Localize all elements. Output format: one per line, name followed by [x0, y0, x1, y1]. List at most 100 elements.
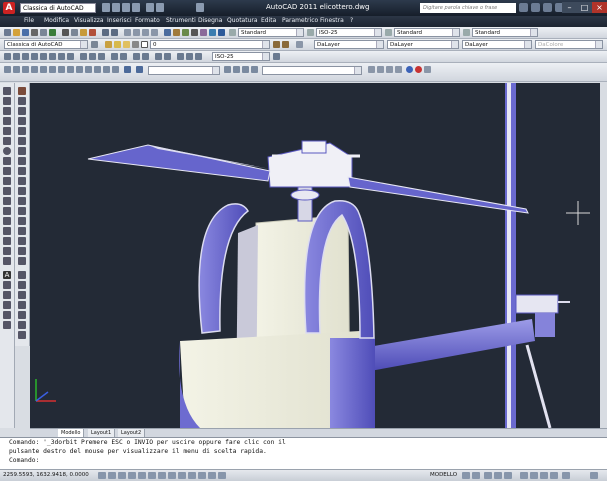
osnap-intersection-icon[interactable] — [18, 291, 26, 299]
line-icon[interactable] — [3, 87, 11, 95]
menu-modifica[interactable]: Modifica — [44, 17, 69, 24]
osnap-quadrant-icon[interactable] — [18, 311, 26, 319]
dim-style-manager-icon[interactable] — [273, 53, 280, 60]
model-space-button[interactable]: MODELLO — [430, 472, 457, 478]
menu-inserisci[interactable]: Inserisci — [107, 17, 132, 24]
menu-disegna[interactable]: Disegna — [198, 17, 222, 24]
hardware-acceleration-icon[interactable] — [540, 472, 548, 479]
ellipse-arc-icon[interactable] — [3, 187, 11, 195]
lightbulb-icon[interactable] — [114, 41, 121, 48]
join-icon[interactable] — [18, 217, 26, 225]
offset-icon[interactable] — [18, 117, 26, 125]
object-snap-icon[interactable] — [138, 472, 146, 479]
lock-ui-icon[interactable] — [530, 472, 538, 479]
named-view-dropdown[interactable] — [148, 66, 220, 75]
command-prompt[interactable]: Comando: — [0, 456, 607, 465]
osnap-endpoint-icon[interactable] — [18, 271, 26, 279]
maximize-button[interactable]: □ — [577, 2, 592, 13]
save-icon[interactable] — [22, 29, 29, 36]
lineweight-icon[interactable] — [188, 472, 196, 479]
open-file-icon[interactable] — [112, 3, 120, 12]
copy-icon[interactable] — [71, 29, 78, 36]
dim-edit-icon[interactable] — [133, 53, 140, 60]
menu-file[interactable]: File — [24, 17, 34, 24]
ucs-previous-icon[interactable] — [22, 66, 29, 73]
chamfer-icon[interactable] — [18, 227, 26, 235]
make-block-icon[interactable] — [3, 207, 11, 215]
undo-icon[interactable] — [146, 3, 154, 12]
continuous-orbit-icon[interactable] — [395, 66, 402, 73]
revision-cloud-icon[interactable] — [3, 157, 11, 165]
dim-style-dropdown-2[interactable]: ISO-25 — [212, 52, 270, 61]
baseline-dim-icon[interactable] — [89, 53, 96, 60]
ucs-world-icon[interactable] — [13, 66, 20, 73]
tab-layout1[interactable]: Layout1 — [88, 429, 116, 437]
dim-text-edit-icon[interactable] — [142, 53, 149, 60]
render-icon[interactable] — [368, 66, 375, 73]
sheet-set-icon[interactable] — [191, 29, 198, 36]
ellipse-icon[interactable] — [3, 177, 11, 185]
free-orbit-icon[interactable] — [386, 66, 393, 73]
materials-icon[interactable] — [424, 66, 431, 73]
binoculars-search-icon[interactable] — [519, 3, 528, 12]
circle-icon[interactable] — [3, 147, 11, 155]
quick-view-drawings-icon[interactable] — [472, 472, 480, 479]
mirror-icon[interactable] — [18, 107, 26, 115]
layer-properties-icon[interactable] — [105, 41, 112, 48]
osnap-settings-icon[interactable] — [18, 331, 26, 339]
3d-wireframe-icon[interactable] — [233, 66, 240, 73]
minimize-button[interactable]: – — [562, 2, 577, 13]
clean-screen-icon[interactable] — [590, 472, 598, 479]
continue-dim-icon[interactable] — [98, 53, 105, 60]
copy-object-icon[interactable] — [18, 97, 26, 105]
auto-scale-icon[interactable] — [504, 472, 512, 479]
menu-edita[interactable]: Edita — [261, 17, 276, 24]
osnap-midpoint-icon[interactable] — [18, 281, 26, 289]
region-icon[interactable] — [3, 247, 11, 255]
drawing-viewport[interactable] — [30, 83, 600, 428]
jogged-dim-icon[interactable] — [49, 53, 56, 60]
dynamic-ucs-icon[interactable] — [168, 472, 176, 479]
ucs-icon[interactable] — [4, 66, 11, 73]
array-icon[interactable] — [18, 127, 26, 135]
layer-dropdown[interactable]: 0 — [150, 40, 270, 49]
status-bar-menu-icon[interactable] — [562, 472, 570, 479]
gradient-icon[interactable] — [3, 237, 11, 245]
z-rotate-ucs-icon[interactable] — [103, 66, 110, 73]
help-search-input[interactable]: Digitare parola chiave o frase — [420, 3, 516, 13]
polyline-icon[interactable] — [3, 107, 11, 115]
arc-icon[interactable] — [3, 137, 11, 145]
workspace-dropdown-2[interactable]: Classica di AutoCAD — [4, 40, 88, 49]
inspect-icon[interactable] — [164, 53, 171, 60]
quickcalc-icon[interactable] — [209, 29, 216, 36]
workspace-dropdown[interactable]: Classica di AutoCAD — [20, 3, 96, 13]
object-ucs-icon[interactable] — [40, 66, 47, 73]
markup-icon[interactable] — [200, 29, 207, 36]
break-at-point-icon[interactable] — [18, 197, 26, 205]
linear-dim-icon[interactable] — [4, 53, 11, 60]
2d-wireframe-icon[interactable] — [224, 66, 231, 73]
osnap-center-icon[interactable] — [18, 301, 26, 309]
zoom-previous-icon[interactable] — [151, 29, 158, 36]
arc-length-icon[interactable] — [22, 53, 29, 60]
layer-previous-icon[interactable] — [282, 41, 289, 48]
orbit-icon[interactable] — [377, 66, 384, 73]
blend-curves-icon[interactable] — [18, 247, 26, 255]
snap-mode-icon[interactable] — [98, 472, 106, 479]
menu-parametrico[interactable]: Parametrico — [282, 17, 318, 24]
match-properties-icon[interactable] — [89, 29, 96, 36]
annotation-visibility-icon[interactable] — [494, 472, 502, 479]
table-style-dropdown[interactable]: Standard — [394, 28, 460, 37]
zoom-window-icon[interactable] — [142, 29, 149, 36]
y-rotate-ucs-icon[interactable] — [94, 66, 101, 73]
multileader-style-dropdown[interactable]: Standard — [472, 28, 538, 37]
apply-ucs-icon[interactable] — [112, 66, 119, 73]
linetype-dropdown[interactable]: DaLayer — [387, 40, 459, 49]
redo-icon[interactable] — [111, 29, 118, 36]
multileader-style-icon[interactable] — [463, 29, 470, 36]
save-icon[interactable] — [122, 3, 130, 12]
publish-icon[interactable] — [49, 29, 56, 36]
menu-finestra[interactable]: Finestra — [320, 17, 344, 24]
hidden-icon[interactable] — [242, 66, 249, 73]
dim-style-icon[interactable] — [307, 29, 314, 36]
